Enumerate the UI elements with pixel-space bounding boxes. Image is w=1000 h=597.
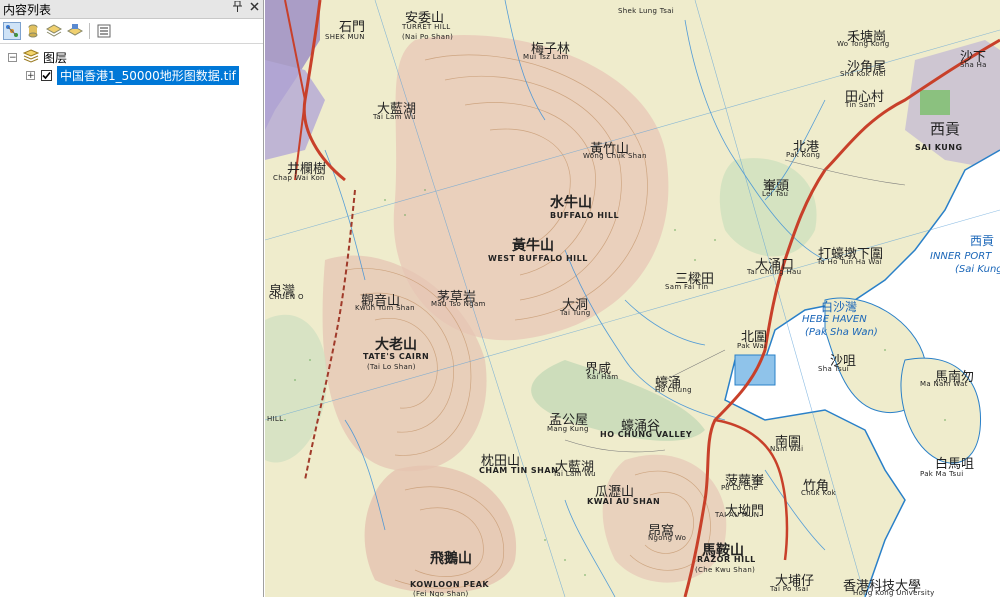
map-label: Tai Lam Wu [553, 470, 596, 478]
toc-title: 内容列表 [3, 2, 52, 17]
map-label: 水牛山 [550, 195, 592, 211]
list-by-visibility-icon[interactable] [45, 22, 63, 40]
map-label: Lei Tau [762, 190, 789, 198]
map-label: 西貢 [970, 234, 995, 248]
map-label: TURRET HILL [402, 23, 451, 31]
layer-row[interactable]: + 中国香港1_50000地形图数据.tif [8, 65, 263, 85]
map-label: (Sai Kung [955, 264, 1000, 275]
map-label: KOWLOON PEAK [410, 580, 490, 589]
map-label: Sam Fai Tin [665, 283, 709, 291]
layers-icon [22, 48, 40, 66]
map-label: (Che Kwu Shan) [695, 566, 756, 574]
map-label: TATE'S CAIRN [363, 352, 430, 361]
list-by-drawing-order-icon[interactable] [3, 22, 21, 40]
map-label: 西貢 [930, 120, 961, 138]
map-label: WEST BUFFALO HILL [488, 254, 588, 263]
map-label: Kwun Yum Shan [355, 304, 415, 312]
map-label: Chap Wai Kon [273, 174, 325, 182]
map-label: Nam Wai [770, 445, 804, 453]
layer-visibility-checkbox[interactable] [41, 69, 52, 81]
collapse-icon[interactable]: − [8, 52, 17, 62]
map-label: Tin Sam [845, 101, 876, 109]
map-label: Hong Kong University [853, 589, 935, 597]
map-label: CHAM TIN SHAN [479, 466, 559, 475]
table-of-contents-panel: 内容列表 − 图层 + 中国香港1_50000地形图数据.tif [0, 0, 264, 597]
map-label: (Tai Lo Shan) [367, 363, 416, 371]
map-label: (Nai Po Shan) [402, 33, 454, 41]
map-label: Ma Nam Wat [920, 380, 968, 388]
map-label: 大老山 [375, 337, 417, 353]
list-by-source-icon[interactable] [24, 22, 42, 40]
map-label: Wong Chuk Shan [583, 152, 647, 160]
map-label: 飛鵝山 [430, 551, 472, 567]
map-label: 白沙灣 [821, 300, 858, 314]
map-label: Mau Tso Ngam [431, 300, 486, 308]
map-label: TAI AU MUN [715, 511, 760, 519]
map-label: (Pak Sha Wan) [805, 327, 878, 338]
map-label: HEBE HAVEN [802, 314, 867, 325]
map-label: Mang Kung [547, 425, 589, 433]
map-label: Ngong Wo [648, 534, 687, 542]
map-label: Ho Chung [655, 386, 692, 394]
map-label: Wo Tong Kong [837, 40, 890, 48]
map-label: Pak Wai [737, 342, 767, 350]
map-label: Mui Tsz Lam [523, 53, 569, 61]
map-label: HILL [267, 415, 284, 423]
map-view[interactable]: 安委山 TURRET HILL (Nai Po Shan) 石門 SHEK MUN She… [265, 0, 1000, 597]
map-label: HO CHUNG VALLEY [600, 430, 693, 439]
map-label: Shek Lung Tsai [618, 7, 674, 15]
pin-icon[interactable] [233, 0, 242, 15]
list-by-selection-icon[interactable] [66, 22, 84, 40]
map-label: BUFFALO HILL [550, 211, 620, 220]
map-label: Sha Kok Mei [840, 70, 886, 78]
toolbar-separator [89, 23, 90, 39]
map-label: SAI KUNG [915, 143, 963, 152]
map-label: CHUEN O [269, 293, 304, 301]
close-icon[interactable] [250, 1, 259, 15]
map-label: INNER PORT [930, 251, 992, 262]
map-label: KWAI AU SHAN [587, 497, 661, 506]
layer-name[interactable]: 中国香港1_50000地形图数据.tif [57, 65, 239, 85]
tree-root-layers[interactable]: − 图层 [8, 48, 263, 66]
map-label: Sha Tsui [818, 365, 849, 373]
map-label: Tai Tung [560, 309, 591, 317]
map-label: Pak Kong [786, 151, 821, 159]
map-label: Chuk Kok [801, 489, 837, 497]
tree-root-label: 图层 [43, 50, 68, 65]
expand-icon[interactable]: + [26, 70, 35, 80]
map-label: Tai Po Tsai [770, 585, 809, 593]
map-label: 黃牛山 [512, 238, 554, 254]
toc-toolbar [0, 19, 263, 44]
map-label: Ta Ho Tun Ha Wai [817, 258, 883, 266]
map-label: Po Lo Che [721, 484, 759, 492]
map-label: Tai Chung Hau [747, 268, 802, 276]
map-label: (Fei Ngo Shan) [413, 590, 469, 597]
map-label: Pak Ma Tsui [920, 470, 964, 478]
map-label: Sha Ha [960, 61, 987, 69]
map-label: RAZOR HILL [697, 555, 756, 564]
layer-tree: − 图层 + 中国香港1_50000地形图数据.tif [0, 44, 263, 85]
map-label: SHEK MUN [325, 33, 365, 41]
options-icon[interactable] [95, 22, 113, 40]
toc-title-bar: 内容列表 [0, 0, 263, 19]
map-label: Tai Lam Wu [373, 113, 416, 121]
map-label: Kai Ham [587, 373, 619, 381]
